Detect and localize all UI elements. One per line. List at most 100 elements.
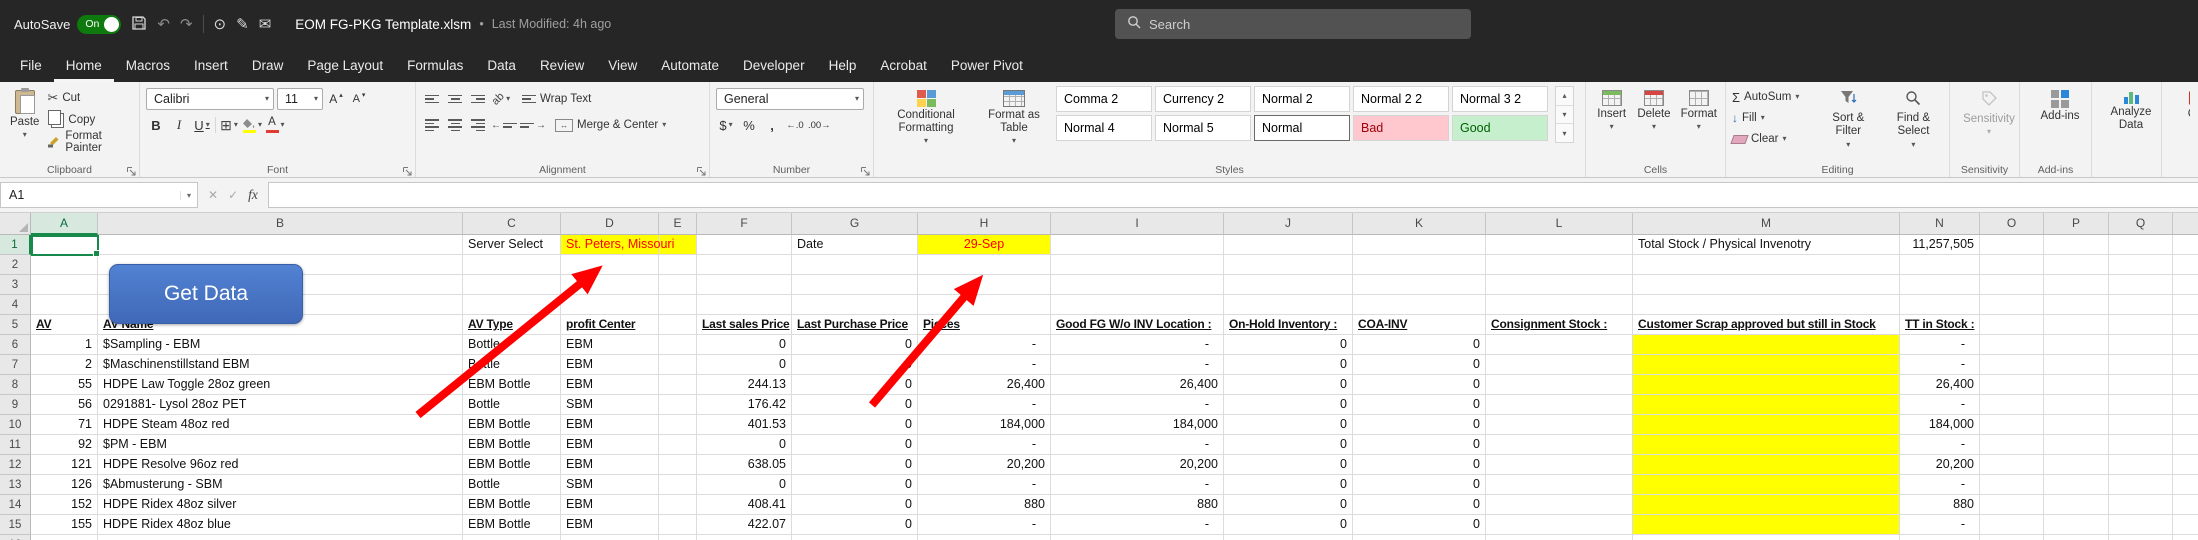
conditional-formatting-button[interactable]: Conditional Formatting ▾ — [880, 86, 972, 149]
column-header-M[interactable]: M — [1633, 213, 1900, 235]
column-header-E[interactable]: E — [659, 213, 697, 235]
cell-M9[interactable] — [1633, 395, 1900, 415]
cell-L3[interactable] — [1486, 275, 1633, 295]
row-header-14[interactable]: 14 — [0, 495, 31, 515]
column-header-K[interactable]: K — [1353, 213, 1486, 235]
cell-P3[interactable] — [2044, 275, 2109, 295]
cell-K6[interactable]: 0 — [1353, 335, 1486, 355]
cell-M15[interactable] — [1633, 515, 1900, 535]
cell-L15[interactable] — [1486, 515, 1633, 535]
cell-L1[interactable] — [1486, 235, 1633, 255]
cell-N15[interactable]: - — [1900, 515, 1980, 535]
cell-C8[interactable]: EBM Bottle — [463, 375, 561, 395]
analyze-data-button[interactable]: Analyze Data — [2098, 86, 2164, 136]
font-color-button[interactable]: A ▾ — [265, 114, 285, 136]
cell-J10[interactable]: 0 — [1224, 415, 1353, 435]
menu-tab-view[interactable]: View — [596, 48, 649, 82]
name-box[interactable]: A1 ▾ — [0, 182, 198, 208]
enter-icon[interactable]: ✓ — [228, 188, 238, 202]
cell-J8[interactable]: 0 — [1224, 375, 1353, 395]
cell-H12[interactable]: 20,200 — [918, 455, 1051, 475]
cell-E5[interactable] — [659, 315, 697, 335]
sort-filter-button[interactable]: Sort & Filter ▾ — [1817, 86, 1880, 153]
pen-icon[interactable]: ✎ — [236, 17, 249, 32]
save-icon[interactable] — [131, 15, 147, 34]
cell-J16[interactable] — [1224, 535, 1353, 540]
format-as-table-button[interactable]: Format as Table ▾ — [976, 86, 1052, 149]
cell-K4[interactable] — [1353, 295, 1486, 315]
cell-style-normal-5[interactable]: Normal 5 — [1155, 115, 1251, 141]
cell-J2[interactable] — [1224, 255, 1353, 275]
column-header-L[interactable]: L — [1486, 213, 1633, 235]
cell-P9[interactable] — [2044, 395, 2109, 415]
cell-D11[interactable]: EBM — [561, 435, 659, 455]
cell-C16[interactable] — [463, 535, 561, 540]
column-header-F[interactable]: F — [697, 213, 792, 235]
cancel-icon[interactable]: ✕ — [208, 188, 218, 202]
cell-A5[interactable]: AV — [31, 315, 98, 335]
cell-C13[interactable]: Bottle — [463, 475, 561, 495]
cell-P12[interactable] — [2044, 455, 2109, 475]
cell-I13[interactable]: - — [1051, 475, 1224, 495]
menu-tab-automate[interactable]: Automate — [649, 48, 731, 82]
cell-P1[interactable] — [2044, 235, 2109, 255]
autosum-button[interactable]: ΣAutoSum▾ — [1732, 87, 1815, 107]
borders-button[interactable]: ⊞▾ — [219, 114, 239, 136]
row-header-5[interactable]: 5 — [0, 315, 31, 335]
cell-O10[interactable] — [1980, 415, 2044, 435]
cell-P2[interactable] — [2044, 255, 2109, 275]
number-format-select[interactable]: General▾ — [716, 88, 864, 110]
cell-K10[interactable]: 0 — [1353, 415, 1486, 435]
cell-M2[interactable] — [1633, 255, 1900, 275]
cell-L10[interactable] — [1486, 415, 1633, 435]
column-header-C[interactable]: C — [463, 213, 561, 235]
cell-H9[interactable]: - — [918, 395, 1051, 415]
cell-R12[interactable] — [2173, 455, 2198, 475]
cell-style-normal-4[interactable]: Normal 4 — [1056, 115, 1152, 141]
cell-Q8[interactable] — [2109, 375, 2173, 395]
cell-A1[interactable] — [31, 235, 98, 255]
cell-R1[interactable] — [2173, 235, 2198, 255]
cell-J11[interactable]: 0 — [1224, 435, 1353, 455]
cell-E3[interactable] — [659, 275, 697, 295]
increase-font-size-button[interactable]: A▴ — [326, 88, 346, 110]
cell-Q15[interactable] — [2109, 515, 2173, 535]
cell-B7[interactable]: $Maschinenstillstand EBM — [98, 355, 463, 375]
cell-F8[interactable]: 244.13 — [697, 375, 792, 395]
cell-K12[interactable]: 0 — [1353, 455, 1486, 475]
find-select-button[interactable]: Find & Select ▾ — [1882, 86, 1945, 153]
cell-Q14[interactable] — [2109, 495, 2173, 515]
last-modified-text[interactable]: Last Modified: 4h ago — [492, 17, 612, 31]
cell-A13[interactable]: 126 — [31, 475, 98, 495]
orientation-button[interactable]: ab▾ — [491, 88, 511, 110]
cell-R13[interactable] — [2173, 475, 2198, 495]
cell-A11[interactable]: 92 — [31, 435, 98, 455]
cell-R7[interactable] — [2173, 355, 2198, 375]
cell-D16[interactable] — [561, 535, 659, 540]
cell-M5[interactable]: Customer Scrap approved but still in Sto… — [1633, 315, 1900, 335]
cell-J9[interactable]: 0 — [1224, 395, 1353, 415]
cell-R5[interactable] — [2173, 315, 2198, 335]
document-title[interactable]: EOM FG-PKG Template.xlsm • Last Modified… — [295, 17, 611, 32]
align-left-button[interactable] — [422, 114, 442, 136]
cell-A2[interactable] — [31, 255, 98, 275]
cell-H16[interactable] — [918, 535, 1051, 540]
cell-G7[interactable]: 0 — [792, 355, 918, 375]
cell-P11[interactable] — [2044, 435, 2109, 455]
cell-P16[interactable] — [2044, 535, 2109, 540]
cell-B6[interactable]: $Sampling - EBM — [98, 335, 463, 355]
cell-C1[interactable]: Server Select — [463, 235, 561, 255]
column-header-O[interactable]: O — [1980, 213, 2044, 235]
align-top-button[interactable] — [422, 88, 442, 110]
menu-tab-macros[interactable]: Macros — [114, 48, 182, 82]
cell-N16[interactable] — [1900, 535, 1980, 540]
cell-I12[interactable]: 20,200 — [1051, 455, 1224, 475]
cell-J4[interactable] — [1224, 295, 1353, 315]
cell-N11[interactable]: - — [1900, 435, 1980, 455]
cell-L13[interactable] — [1486, 475, 1633, 495]
cell-O7[interactable] — [1980, 355, 2044, 375]
increase-indent-button[interactable]: → — [520, 114, 546, 136]
cell-R11[interactable] — [2173, 435, 2198, 455]
cell-M4[interactable] — [1633, 295, 1900, 315]
align-center-button[interactable] — [445, 114, 465, 136]
